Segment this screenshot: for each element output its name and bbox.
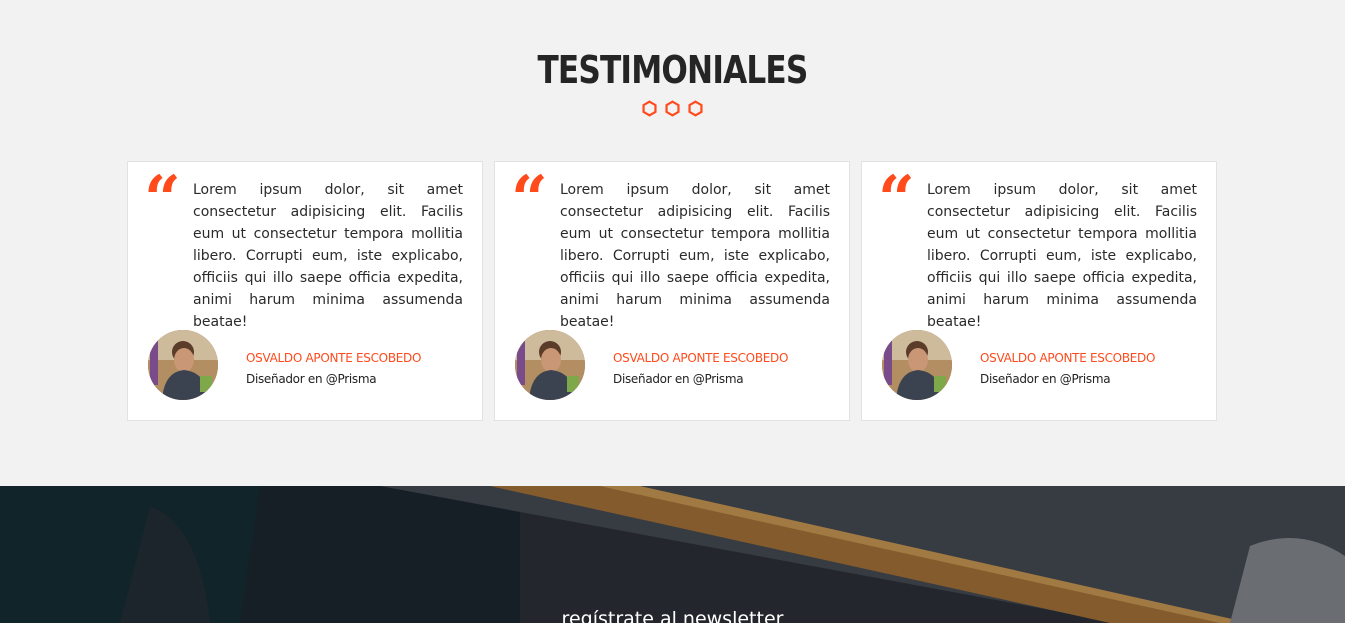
testimonial-card: “ Lorem ipsum dolor, sit amet consectetu…	[494, 161, 850, 421]
hexagon-icon	[688, 100, 703, 117]
author-name: OSVALDO APONTE ESCOBEDO	[246, 351, 422, 365]
testimonials-section: TESTIMONIALES “ Lorem ipsum dolor, sit a…	[0, 0, 1345, 486]
testimonial-card: “ Lorem ipsum dolor, sit amet consectetu…	[861, 161, 1217, 421]
hexagon-icon	[665, 100, 680, 117]
newsletter-title: regístrate al newsletter	[561, 608, 784, 623]
quote-icon: “	[878, 162, 915, 237]
avatar	[882, 330, 952, 400]
avatar	[515, 330, 585, 400]
section-title: TESTIMONIALES	[537, 48, 808, 92]
testimonial-list: “ Lorem ipsum dolor, sit amet consectetu…	[127, 161, 1217, 421]
newsletter-background-image	[0, 486, 1345, 623]
testimonial-text: Lorem ipsum dolor, sit amet consectetur …	[927, 182, 1197, 330]
author-name: OSVALDO APONTE ESCOBEDO	[980, 351, 1156, 365]
quote-icon: “	[144, 162, 181, 237]
quote-icon: “	[511, 162, 548, 237]
testimonial-text: Lorem ipsum dolor, sit amet consectetur …	[560, 182, 830, 330]
hexagon-icon	[642, 100, 657, 117]
testimonial-card: “ Lorem ipsum dolor, sit amet consectetu…	[127, 161, 483, 421]
hexagon-divider	[0, 100, 1345, 117]
author-role: Diseñador en @Prisma	[980, 372, 1111, 386]
author-role: Diseñador en @Prisma	[246, 372, 377, 386]
author-name: OSVALDO APONTE ESCOBEDO	[613, 351, 789, 365]
avatar	[148, 330, 218, 400]
newsletter-section: regístrate al newsletter	[0, 486, 1345, 623]
testimonial-text: Lorem ipsum dolor, sit amet consectetur …	[193, 182, 463, 330]
author-role: Diseñador en @Prisma	[613, 372, 744, 386]
